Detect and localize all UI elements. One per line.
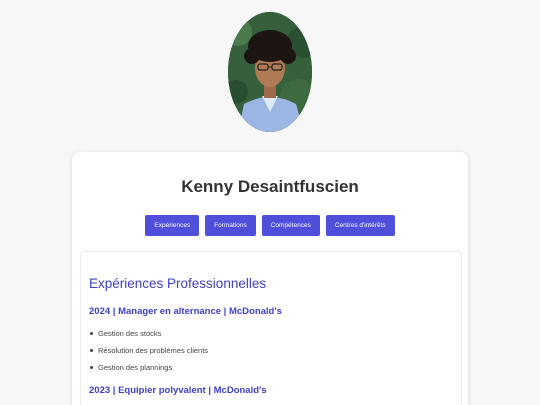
job-task: Gestion des plannings — [90, 363, 172, 372]
experience-section — [80, 251, 462, 405]
nav-interets-button[interactable]: Centres d'intérêts — [325, 215, 395, 236]
bullet-icon — [90, 348, 93, 352]
portfolio-page: Kenny Desaintfuscien Expériences Formati… — [0, 0, 540, 405]
job-task: Gestion des stocks — [90, 329, 161, 338]
section-nav: Expériences Formations Compétences Centr… — [0, 215, 540, 236]
nav-formations-button[interactable]: Formations — [205, 215, 256, 236]
nav-competences-button[interactable]: Compétences — [261, 215, 320, 236]
profile-photo — [228, 12, 312, 132]
job-title: 2023 | Equipier polyvalent | McDonald's — [89, 385, 267, 396]
bullet-icon — [90, 365, 93, 369]
job-task-label: Gestion des stocks — [98, 329, 162, 338]
job-task: Résolution des problèmes clients — [90, 346, 208, 355]
job-title: 2024 | Manager en alternance | McDonald'… — [89, 306, 282, 317]
section-title: Expériences Professionnelles — [89, 276, 267, 291]
nav-experiences-button[interactable]: Expériences — [145, 215, 200, 236]
bullet-icon — [90, 331, 93, 335]
profile-name: Kenny Desaintfuscien — [181, 177, 359, 196]
job-task-label: Gestion des plannings — [98, 363, 173, 372]
job-task-label: Résolution des problèmes clients — [98, 346, 209, 355]
